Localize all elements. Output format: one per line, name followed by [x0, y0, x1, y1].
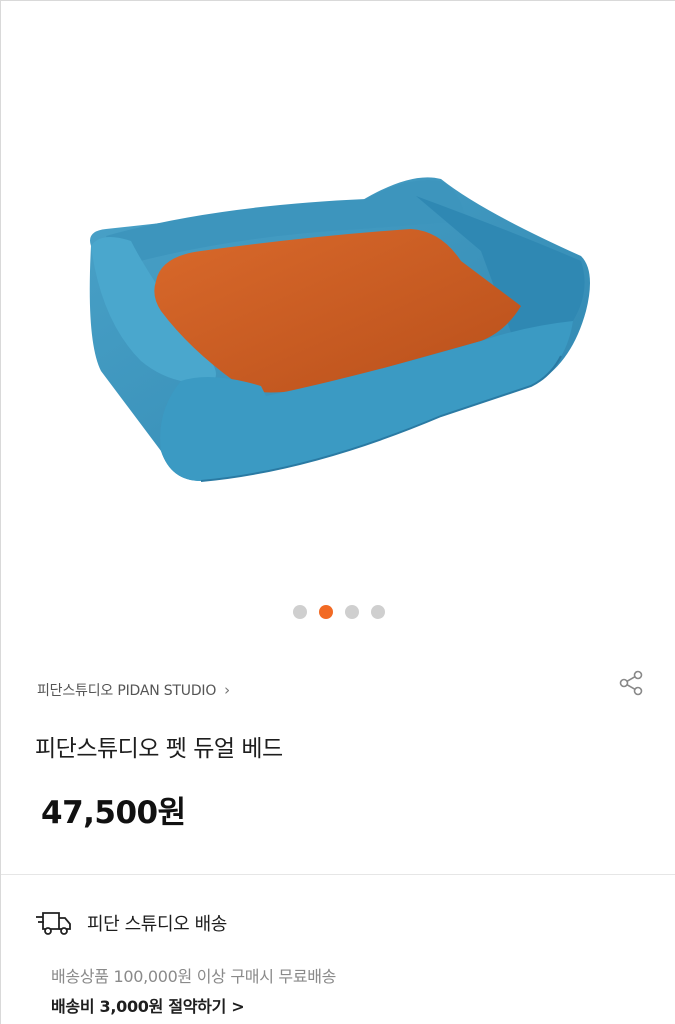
product-title: 피단스튜디오 펫 듀얼 베드	[35, 736, 283, 762]
section-divider	[1, 874, 675, 875]
gallery-pagination	[1, 605, 675, 619]
shipping-save-link[interactable]: 배송비 3,000원 절약하기 >	[51, 993, 245, 1017]
product-price: 47,500원	[41, 795, 186, 831]
chevron-right-icon: ›	[224, 681, 230, 699]
shipping-condition: 배송상품 100,000원 이상 구매시 무료배송	[51, 967, 337, 986]
delivery-truck-icon	[36, 912, 71, 935]
shipping-title: 피단 스튜디오 배송	[87, 914, 227, 935]
brand-link[interactable]: 피단스튜디오 PIDAN STUDIO ›	[37, 680, 230, 700]
brand-row: 피단스튜디오 PIDAN STUDIO ›	[37, 670, 645, 703]
product-image-pet-bed	[89, 177, 590, 482]
shipping-header: 피단 스튜디오 배송	[35, 909, 227, 937]
pagination-dot-3[interactable]	[344, 605, 359, 619]
pagination-dot-2-active[interactable]	[318, 605, 333, 619]
brand-name: 피단스튜디오 PIDAN STUDIO	[37, 683, 217, 699]
product-image-gallery[interactable]	[1, 1, 675, 646]
product-detail-page: 피단스튜디오 PIDAN STUDIO › 피단스튜디오 펫 듀얼 베드 47,…	[0, 0, 675, 1024]
pagination-dot-1[interactable]	[292, 605, 307, 619]
pagination-dot-4[interactable]	[370, 605, 385, 619]
share-icon[interactable]	[617, 669, 645, 697]
